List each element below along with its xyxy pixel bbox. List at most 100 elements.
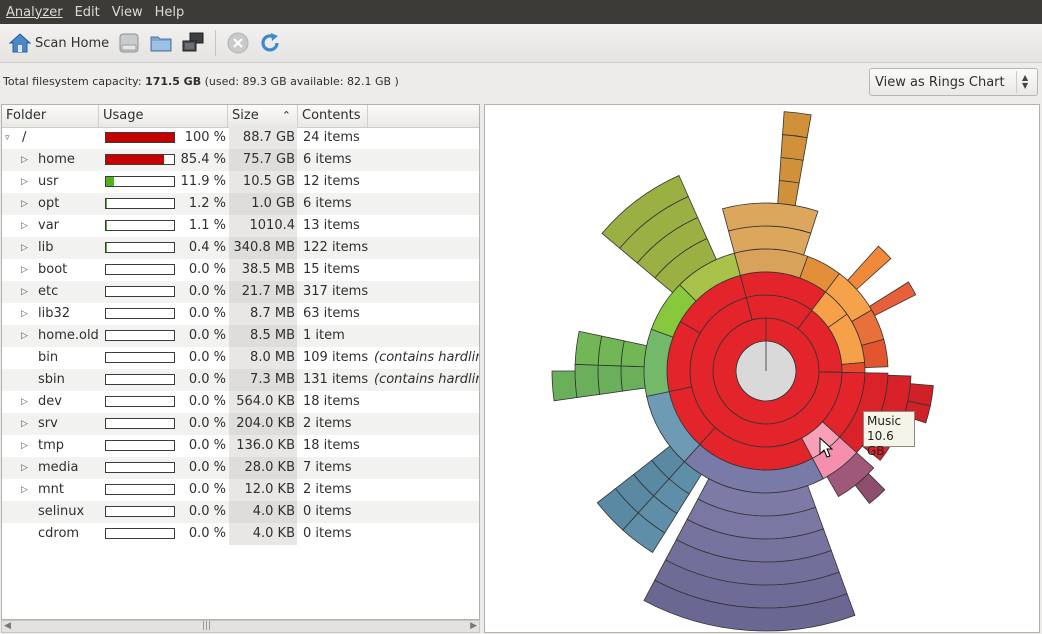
folder-contents: 15 items <box>303 262 360 277</box>
ring-segment[interactable] <box>847 245 892 290</box>
table-row[interactable]: ▷ home.old 0.0 % 8.5 MB 1 item <box>2 325 479 347</box>
menu-analyzer[interactable]: Analyzer <box>0 5 69 20</box>
usage-percent: 0.0 % <box>188 394 226 409</box>
ring-segment[interactable] <box>868 281 917 317</box>
folder-size: 8.5 MB <box>250 328 295 343</box>
folder-size: 12.0 KB <box>244 482 295 497</box>
tree-horizontal-scrollbar[interactable]: ◀ ||| ▶ <box>1 620 480 633</box>
expander-icon[interactable]: ▷ <box>21 215 33 237</box>
table-row[interactable]: ▷ boot 0.0 % 38.5 MB 15 items <box>2 259 479 281</box>
menu-view-label: View <box>111 4 143 20</box>
rings-chart-panel[interactable]: Music 10.6 GB <box>484 104 1040 633</box>
column-size[interactable]: Size ⌃ <box>228 105 298 127</box>
expander-icon[interactable]: ▷ <box>21 413 33 435</box>
usage-bar <box>105 374 175 385</box>
table-row[interactable]: ▷var1.1 %1010.4 MB13 items <box>2 215 479 255</box>
table-row[interactable]: cdrom 0.0 % 4.0 KB 0 items <box>2 523 479 545</box>
folder-size: 4.0 KB <box>252 504 295 519</box>
scroll-left-icon[interactable]: ◀ <box>4 621 11 631</box>
folder-name: opt <box>38 196 60 211</box>
folder-contents: 1 item <box>303 328 345 343</box>
expander-icon[interactable]: ▷ <box>21 479 33 501</box>
column-contents[interactable]: Contents <box>298 105 368 127</box>
folder-tree[interactable]: Folder Usage Size ⌃ Contents ▿ / 100 % 88.7… <box>1 104 480 620</box>
table-row[interactable]: bin 0.0 % 8.0 MB 109 items (contains hardlin… <box>2 347 479 369</box>
usage-bar <box>105 176 175 187</box>
expander-icon[interactable]: ▷ <box>21 171 33 193</box>
expander-icon[interactable]: ▷ <box>21 303 33 325</box>
usage-bar-fill <box>106 221 107 230</box>
view-mode-select[interactable]: View as Rings Chart ▲ ▼ <box>869 68 1038 96</box>
ring-segment[interactable] <box>620 340 648 368</box>
scan-folder-button[interactable] <box>145 28 177 58</box>
hardlinks-note: (contains hardlinks <box>374 350 479 365</box>
folder-name: mnt <box>38 482 64 497</box>
table-row[interactable]: ▷ etc 0.0 % 21.7 MB 317 items <box>2 281 479 303</box>
ring-segment[interactable] <box>778 157 804 184</box>
ring-segment[interactable] <box>841 361 866 374</box>
table-row[interactable]: ▷ opt 1.2 % 1.0 GB 6 items <box>2 193 479 215</box>
folder-contents: 2 items <box>303 416 352 431</box>
ring-segment[interactable] <box>780 134 808 161</box>
usage-bar <box>105 462 175 473</box>
ring-segment[interactable] <box>597 335 625 367</box>
table-row[interactable]: selinux 0.0 % 4.0 KB 0 items <box>2 501 479 523</box>
ring-segment[interactable] <box>597 364 623 395</box>
ring-segment[interactable] <box>551 370 578 402</box>
table-row[interactable]: ▷ srv 0.0 % 204.0 KB 2 items <box>2 413 479 435</box>
table-row[interactable]: ▷ dev 0.0 % 564.0 KB 18 items <box>2 391 479 413</box>
expander-icon[interactable]: ▷ <box>21 457 33 479</box>
folder-contents: 131 items <box>303 372 369 387</box>
expander-icon[interactable]: ▿ <box>5 127 17 149</box>
table-row[interactable]: ▷ tmp 0.0 % 136.0 KB 18 items <box>2 435 479 457</box>
ring-segment[interactable] <box>574 363 601 399</box>
folder-contents: 109 items <box>303 350 369 365</box>
usage-percent: 100 % <box>184 130 226 145</box>
usage-bar <box>105 396 175 407</box>
table-row[interactable]: ▿ / 100 % 88.7 GB 24 items <box>2 127 479 149</box>
menu-help[interactable]: Help <box>149 5 191 20</box>
usage-bar-fill <box>106 133 174 142</box>
table-row[interactable]: ▷ home 85.4 % 75.7 GB 6 items <box>2 149 479 171</box>
folder-size: 136.0 KB <box>236 438 295 453</box>
expander-icon[interactable]: ▷ <box>21 281 33 303</box>
table-row[interactable]: ▷ lib 0.4 % 340.8 MB 122 items <box>2 237 479 259</box>
folder-size: 21.7 MB <box>241 284 295 299</box>
menu-help-label: Help <box>154 4 185 20</box>
table-row[interactable]: ▷ lib32 0.0 % 8.7 MB 63 items <box>2 303 479 325</box>
table-row[interactable]: ▷ media 0.0 % 28.0 KB 7 items <box>2 457 479 479</box>
ring-segment[interactable] <box>620 365 646 392</box>
expander-icon[interactable]: ▷ <box>21 237 33 259</box>
scan-home-button[interactable]: Scan Home <box>4 28 113 58</box>
scan-filesystem-button[interactable] <box>113 28 145 58</box>
ring-segment[interactable] <box>782 111 812 139</box>
expander-icon[interactable]: ▷ <box>21 259 33 281</box>
scroll-grip-icon[interactable]: ||| <box>202 621 211 631</box>
expander-icon[interactable]: ▷ <box>21 435 33 457</box>
usage-percent: 0.0 % <box>188 350 226 365</box>
expander-icon[interactable]: ▷ <box>21 391 33 413</box>
usage-percent: 0.0 % <box>188 372 226 387</box>
expander-icon[interactable]: ▷ <box>21 193 33 215</box>
table-row[interactable]: ▷ mnt 0.0 % 12.0 KB 2 items <box>2 479 479 501</box>
scan-remote-button[interactable] <box>177 28 209 58</box>
refresh-button[interactable] <box>254 28 286 58</box>
ring-segment[interactable] <box>574 330 603 366</box>
tree-header: Folder Usage Size ⌃ Contents <box>2 105 479 128</box>
ring-segment[interactable] <box>777 180 800 207</box>
expander-icon[interactable]: ▷ <box>21 325 33 347</box>
scroll-right-icon[interactable]: ▶ <box>470 621 477 631</box>
expander-icon[interactable]: ▷ <box>21 149 33 171</box>
column-folder[interactable]: Folder <box>2 105 99 127</box>
usage-percent: 1.2 % <box>188 196 226 211</box>
column-usage[interactable]: Usage <box>99 105 228 127</box>
table-row[interactable]: sbin 0.0 % 7.3 MB 131 items (contains hardli… <box>2 369 479 391</box>
rings-chart[interactable] <box>485 105 1039 632</box>
usage-percent: 0.0 % <box>188 262 226 277</box>
menu-edit[interactable]: Edit <box>69 5 106 20</box>
table-row[interactable]: ▷ usr 11.9 % 10.5 GB 12 items <box>2 171 479 193</box>
folder-name: media <box>38 460 79 475</box>
menu-view[interactable]: View <box>106 5 149 20</box>
folder-icon <box>150 36 172 52</box>
stop-button[interactable] <box>222 28 254 58</box>
